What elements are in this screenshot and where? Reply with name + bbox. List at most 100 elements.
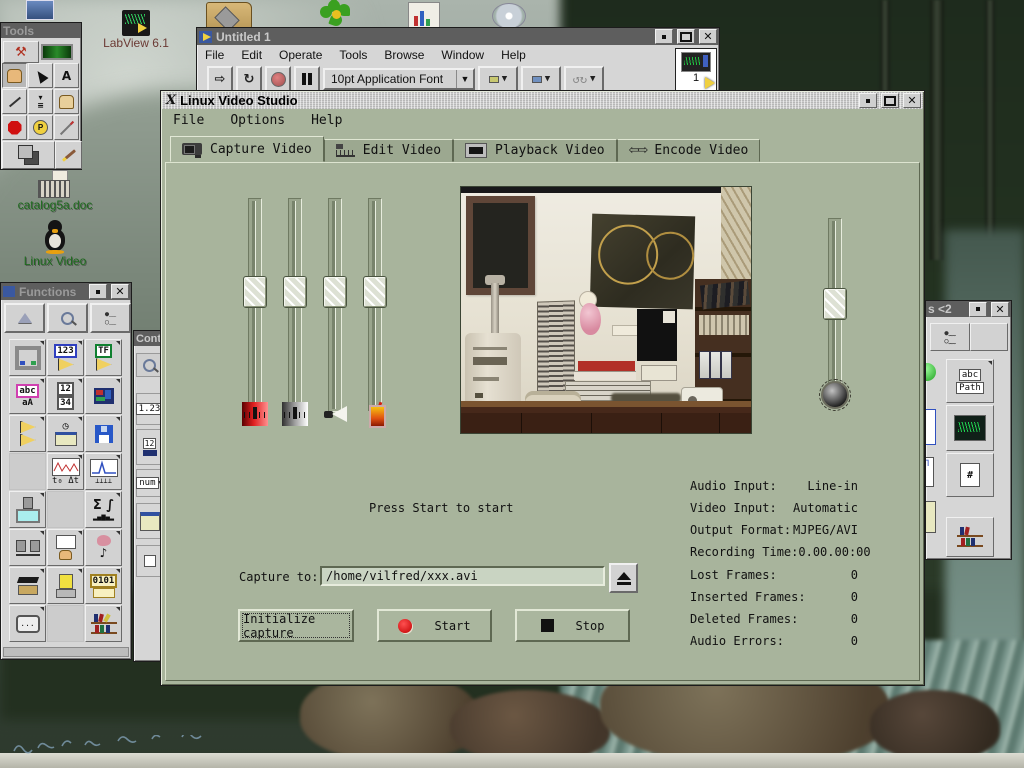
graph-icon-fragment[interactable] bbox=[925, 409, 936, 445]
tab-playback-video[interactable]: Playback Video bbox=[453, 139, 617, 162]
slider-handle[interactable] bbox=[363, 276, 387, 308]
contrast-slider[interactable] bbox=[288, 198, 302, 412]
distribute-objects-dropdown[interactable]: ▼ bbox=[521, 66, 561, 92]
palette-scrollbar[interactable] bbox=[3, 647, 129, 657]
numeric-doc-item[interactable]: # bbox=[946, 453, 994, 497]
scroll-tool[interactable] bbox=[54, 89, 79, 114]
waveform-graph-item[interactable] bbox=[946, 405, 994, 451]
close-button[interactable]: ✕ bbox=[903, 93, 921, 108]
operate-tool[interactable] bbox=[2, 63, 27, 88]
functions-item-mathematics[interactable]: Σ ∫▂▄▆▄▂ bbox=[85, 491, 122, 528]
slider-handle[interactable] bbox=[323, 276, 347, 308]
decorations-item[interactable] bbox=[136, 545, 163, 577]
close-button[interactable]: ✕ bbox=[991, 302, 1009, 317]
functions-item-select-vi[interactable] bbox=[85, 605, 122, 642]
functions-item-structures[interactable] bbox=[9, 339, 46, 376]
pause-button[interactable] bbox=[294, 66, 320, 92]
colour-slider[interactable] bbox=[368, 198, 382, 412]
untitled-titlebar[interactable]: Untitled 1 ✕ bbox=[197, 28, 719, 45]
menu-help[interactable]: Help bbox=[311, 113, 342, 131]
up-level-button[interactable] bbox=[4, 303, 45, 333]
chart-document-icon[interactable] bbox=[408, 2, 440, 30]
functions-item-numeric[interactable]: 123 bbox=[47, 339, 84, 376]
color-selector-tool[interactable] bbox=[2, 141, 55, 169]
functions-item-communication[interactable] bbox=[9, 529, 46, 566]
menu-options[interactable]: Options bbox=[230, 113, 285, 131]
wire-tool[interactable] bbox=[2, 89, 27, 114]
menu-browse[interactable]: Browse bbox=[384, 48, 424, 64]
functions-item-user-libraries[interactable]: ... bbox=[9, 605, 46, 642]
maximize-button[interactable] bbox=[881, 93, 899, 108]
minimize-button[interactable] bbox=[969, 302, 987, 317]
menu-tools[interactable]: Tools bbox=[339, 48, 367, 64]
menu-file[interactable]: File bbox=[173, 113, 204, 131]
desktop-icon-labview[interactable]: LabView 6.1 bbox=[86, 10, 186, 50]
probe-tool[interactable]: P bbox=[28, 115, 53, 140]
breakpoint-tool[interactable] bbox=[2, 115, 27, 140]
whiteness-slider[interactable] bbox=[328, 198, 342, 412]
abort-button[interactable] bbox=[265, 66, 291, 92]
controls2-titlebar[interactable]: s <2 ✕ bbox=[926, 301, 1011, 317]
run-button[interactable]: ⇨ bbox=[207, 66, 233, 92]
close-button[interactable]: ✕ bbox=[111, 284, 129, 299]
palette-blank-button[interactable] bbox=[970, 323, 1008, 351]
options-button[interactable]: ●﹏○﹏ bbox=[90, 303, 131, 333]
slider-handle[interactable] bbox=[243, 276, 267, 308]
brush-tool[interactable] bbox=[55, 141, 82, 169]
minimize-button[interactable] bbox=[89, 284, 107, 299]
monitor-icon-fragment[interactable] bbox=[26, 0, 54, 20]
menu-edit[interactable]: Edit bbox=[241, 48, 262, 64]
string-path-item[interactable]: abc Path bbox=[946, 359, 994, 403]
menu-file[interactable]: File bbox=[205, 48, 224, 64]
browse-file-button[interactable] bbox=[609, 563, 638, 593]
numeric-control-item[interactable]: 1.23 bbox=[136, 393, 163, 425]
dialog-control-item[interactable] bbox=[136, 503, 163, 539]
desktop-icon-catalog-doc[interactable]: catalog5a.doc bbox=[0, 170, 110, 212]
tools-titlebar[interactable]: Tools bbox=[1, 23, 81, 38]
flower-icon[interactable] bbox=[320, 2, 354, 28]
align-objects-dropdown[interactable]: ▼ bbox=[478, 66, 518, 92]
tab-capture-video[interactable]: Capture Video bbox=[170, 136, 324, 162]
palette-toolbar-fragment[interactable] bbox=[136, 353, 163, 377]
search-button[interactable] bbox=[47, 303, 88, 333]
functions-titlebar[interactable]: Functions ✕ bbox=[1, 283, 131, 300]
cd-icon[interactable] bbox=[492, 3, 526, 29]
led-icon-fragment[interactable] bbox=[925, 363, 936, 381]
tab-edit-video[interactable]: Edit Video bbox=[324, 139, 453, 162]
menu-tool[interactable]: ▾≡ bbox=[28, 89, 53, 114]
select-control-item[interactable] bbox=[946, 517, 994, 557]
text-tool[interactable]: A bbox=[54, 63, 79, 88]
array-cluster-item[interactable]: 12 bbox=[136, 429, 163, 465]
minimize-button[interactable] bbox=[859, 93, 877, 108]
functions-item-tutorial[interactable] bbox=[9, 567, 46, 604]
tab-encode-video[interactable]: ⇦⇨ Encode Video bbox=[617, 139, 761, 162]
auto-tool-button[interactable]: ⚒ bbox=[3, 41, 39, 63]
main-titlebar[interactable]: X Linux Video Studio ✕ bbox=[162, 92, 923, 109]
functions-item-comparison[interactable] bbox=[9, 415, 46, 452]
close-button[interactable]: ✕ bbox=[699, 29, 717, 44]
menu-operate[interactable]: Operate bbox=[279, 48, 322, 64]
minimize-button[interactable] bbox=[655, 29, 673, 44]
functions-item-string[interactable]: abcaA bbox=[9, 377, 46, 414]
functions-item-file-io[interactable] bbox=[85, 415, 122, 452]
menu-window[interactable]: Window bbox=[441, 48, 484, 64]
color-copy-tool[interactable] bbox=[54, 115, 79, 140]
functions-item-report-generation[interactable] bbox=[47, 567, 84, 604]
functions-item-array[interactable]: 1234 bbox=[47, 377, 84, 414]
desktop-icon-linux-video[interactable]: Linux Video bbox=[0, 220, 110, 268]
functions-item-advanced[interactable]: 0101 bbox=[85, 567, 122, 604]
stop-button[interactable]: Stop bbox=[515, 609, 630, 642]
slider-handle[interactable] bbox=[283, 276, 307, 308]
brightness-slider[interactable] bbox=[248, 198, 262, 412]
doc-icon-fragment[interactable] bbox=[925, 501, 936, 533]
functions-item-cluster[interactable] bbox=[85, 377, 122, 414]
functions-item-boolean[interactable]: TF bbox=[85, 339, 122, 376]
menu-help[interactable]: Help bbox=[501, 48, 526, 64]
position-tool[interactable] bbox=[28, 63, 53, 88]
functions-item-waveform[interactable]: t₀ Δt bbox=[47, 453, 84, 490]
vi-icon-pane[interactable]: 1 bbox=[675, 48, 717, 94]
run-continuous-button[interactable]: ↻ bbox=[236, 66, 262, 92]
volume-slider[interactable] bbox=[828, 218, 842, 396]
start-button[interactable]: Start bbox=[377, 609, 492, 642]
reorder-dropdown[interactable]: ↺↻▼ bbox=[564, 66, 604, 92]
